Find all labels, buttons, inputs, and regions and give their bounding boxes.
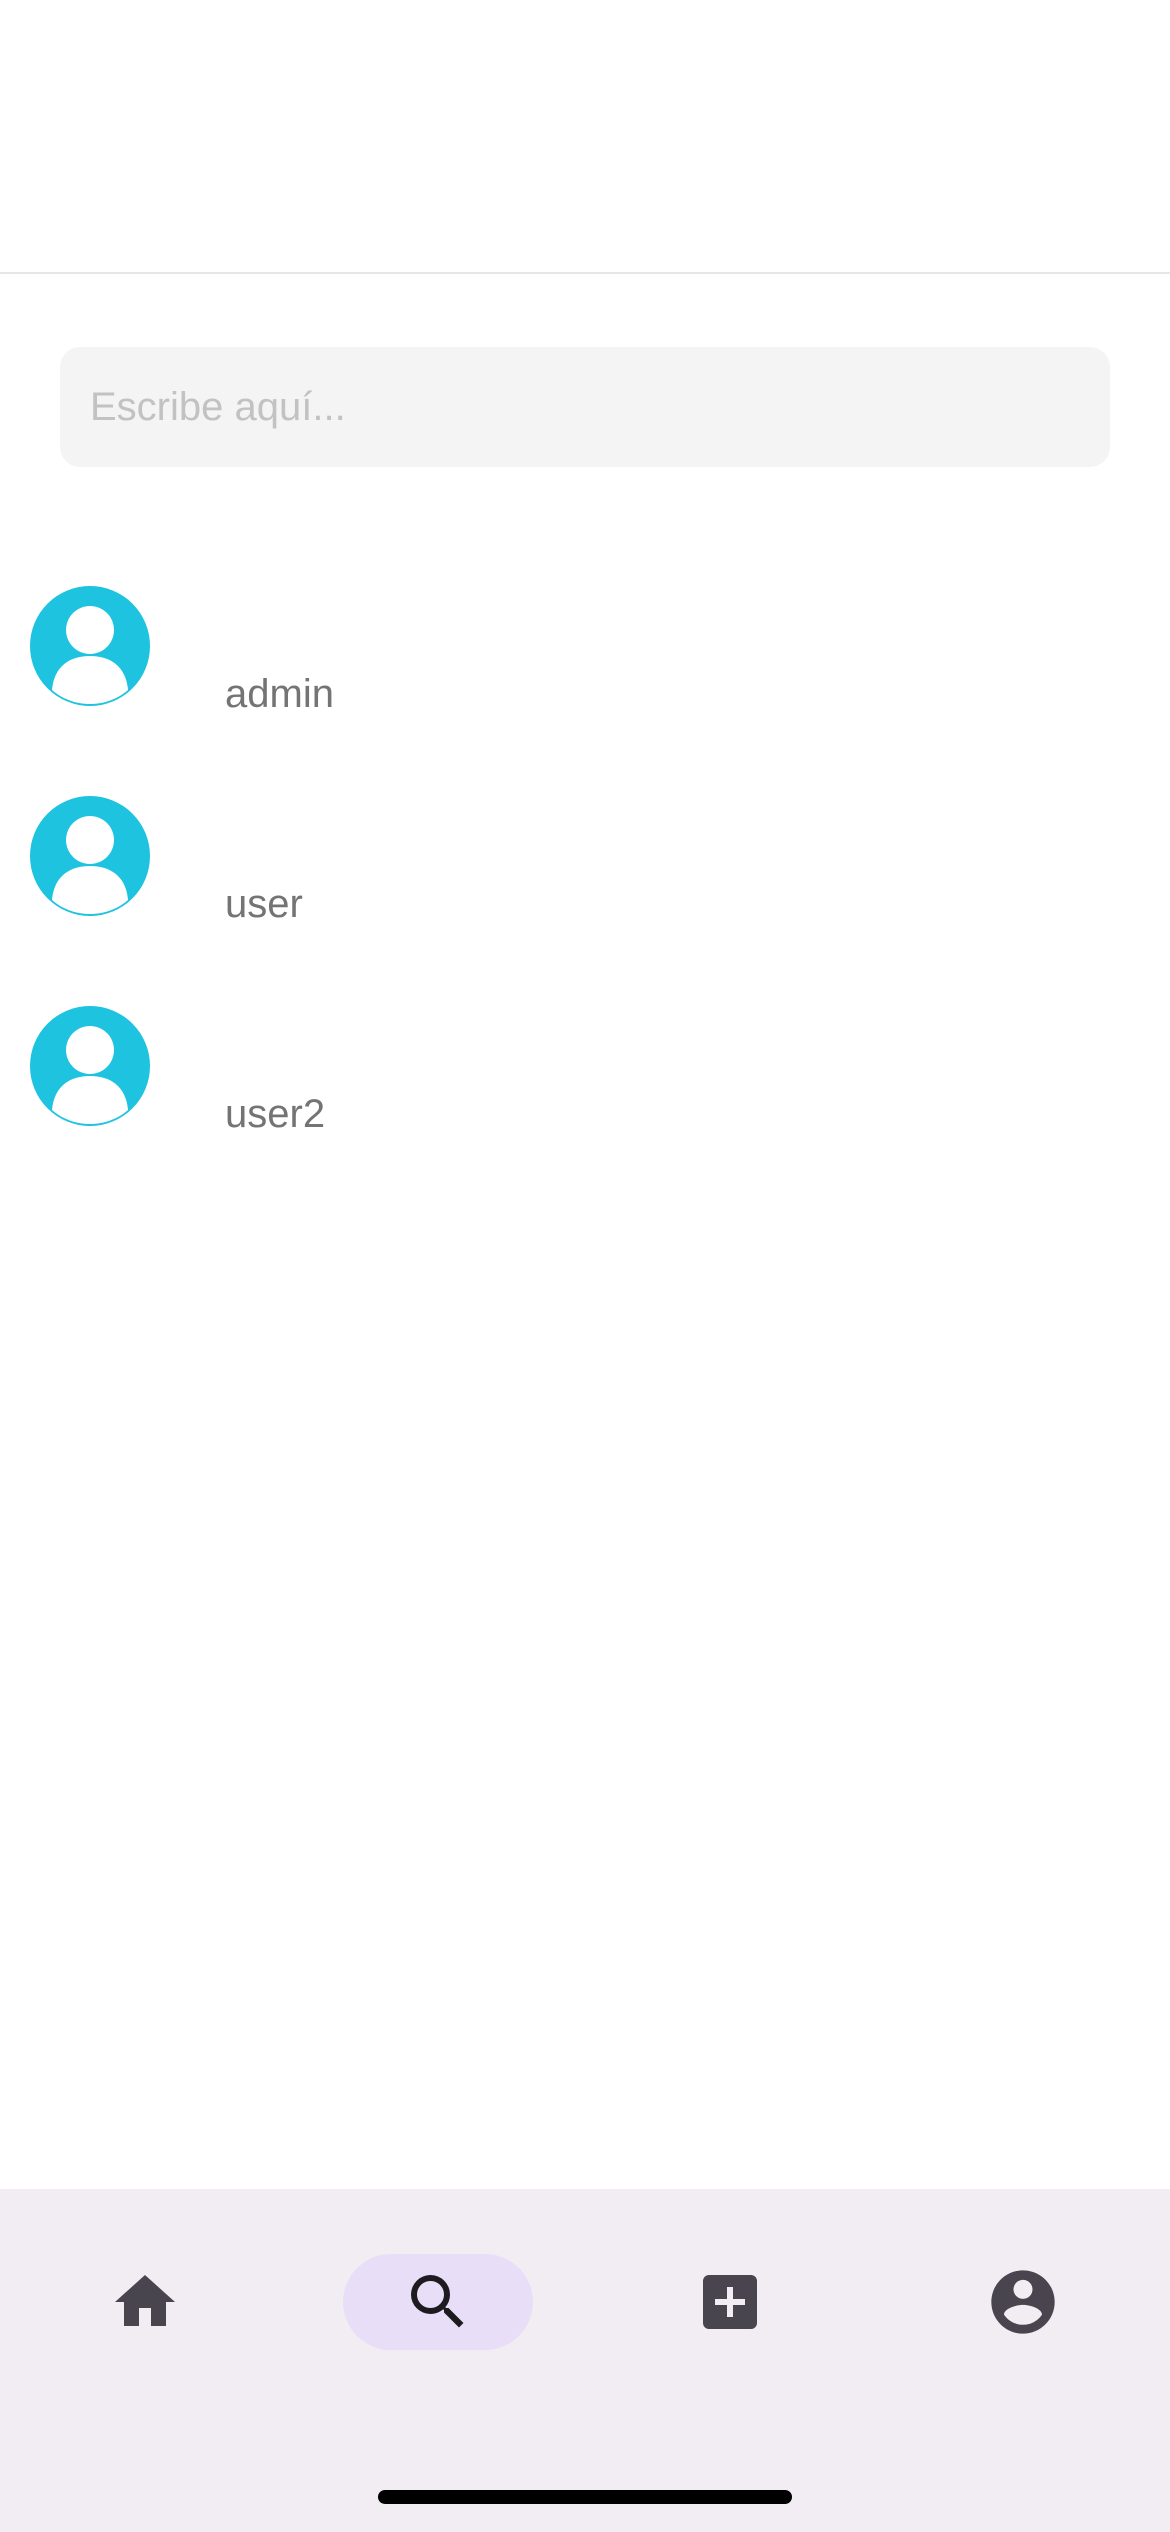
person-avatar-icon [30, 796, 150, 916]
add-box-icon [703, 2275, 757, 2329]
user-list: admin user user2 [0, 586, 1170, 1216]
nav-item-search[interactable] [343, 2254, 533, 2350]
username: user2 [225, 1092, 326, 1136]
home-indicator [378, 2490, 792, 2504]
person-avatar-icon [30, 1006, 150, 1126]
search-screen: admin user user2 [0, 0, 1170, 2532]
list-item[interactable]: admin [0, 586, 1170, 796]
username: admin [225, 672, 334, 716]
nav-item-home[interactable] [50, 2254, 240, 2350]
username: user [225, 882, 303, 926]
list-item[interactable]: user [0, 796, 1170, 1006]
search-input[interactable] [60, 347, 1110, 467]
home-icon [115, 2275, 175, 2326]
person-avatar-icon [30, 586, 150, 706]
account-circle-icon [991, 2270, 1055, 2334]
search-field[interactable] [60, 347, 1110, 467]
bottom-navigation-bar [0, 2189, 1170, 2532]
nav-item-profile[interactable] [928, 2254, 1118, 2350]
top-app-bar [0, 0, 1170, 274]
search-icon [411, 2275, 464, 2328]
nav-item-add[interactable] [635, 2254, 825, 2350]
list-item[interactable]: user2 [0, 1006, 1170, 1216]
